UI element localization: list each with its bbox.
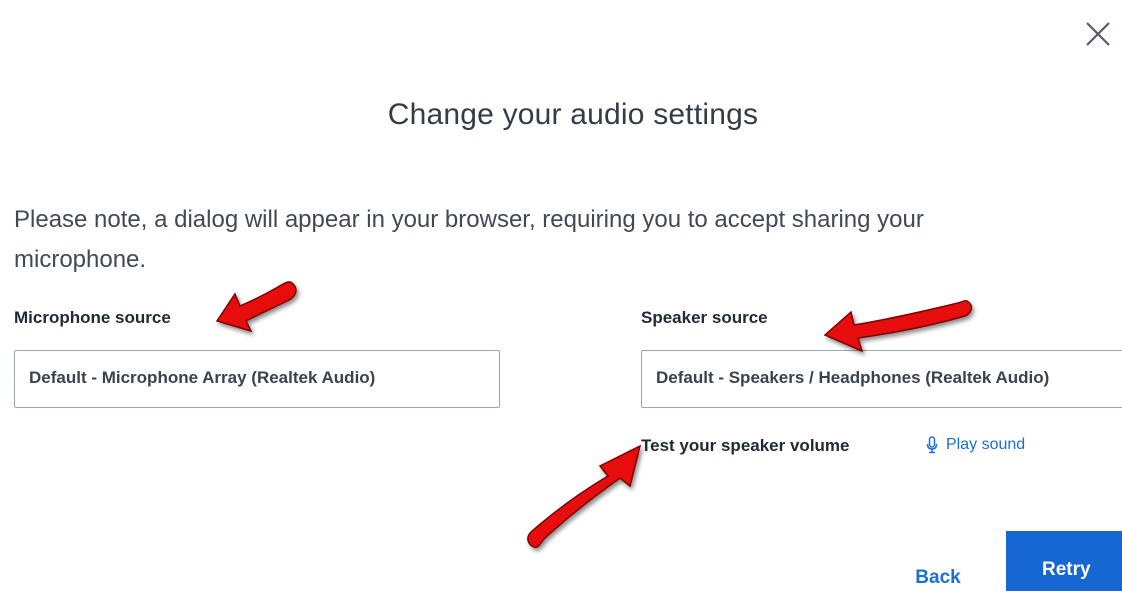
close-icon [1086,22,1110,46]
microphone-source-select[interactable]: Default - Microphone Array (Realtek Audi… [14,350,500,408]
speaker-source-value: Default - Speakers / Headphones (Realtek… [656,368,1050,387]
annotation-arrows [215,281,973,549]
play-sound-label: Play sound [946,436,1026,453]
speaker-source-select[interactable]: Default - Speakers / Headphones (Realtek… [641,350,1122,408]
microphone-icon [926,436,938,454]
speaker-source-label: Speaker source [641,308,768,327]
dialog-title: Change your audio settings [387,98,759,131]
microphone-permission-note: Please note, a dialog will appear in you… [14,206,924,273]
red-arrow-icon [215,281,297,333]
back-button[interactable]: Back [896,558,980,598]
test-speaker-volume-label: Test your speaker volume [641,436,850,455]
retry-button-label: Retry [1042,559,1091,580]
play-sound-link[interactable]: Play sound [926,436,1025,454]
close-button[interactable] [1074,10,1118,54]
red-arrow-icon [823,300,973,353]
retry-button[interactable]: Retry [1006,531,1122,591]
microphone-source-value: Default - Microphone Array (Realtek Audi… [29,368,376,387]
red-arrow-icon [527,444,642,549]
microphone-source-label: Microphone source [14,308,171,327]
